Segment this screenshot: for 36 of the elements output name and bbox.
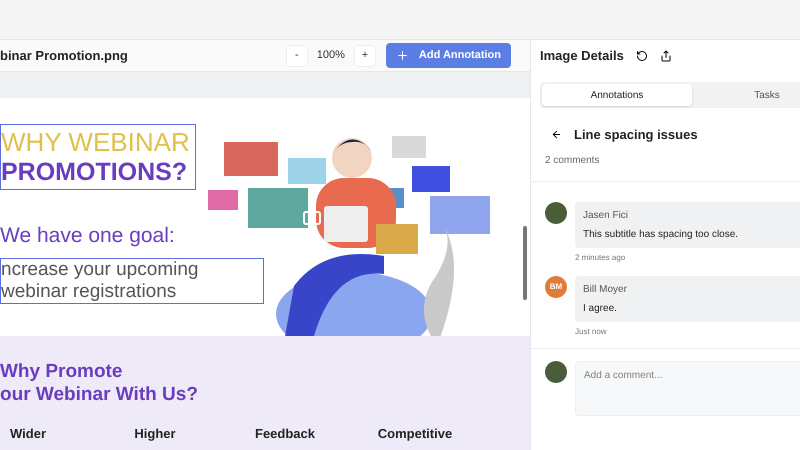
avatar xyxy=(545,202,567,224)
feature-title: Higher xyxy=(134,425,176,443)
section-heading: Why Promote xyxy=(0,360,124,383)
avatar xyxy=(545,360,567,382)
section-heading: our Webinar With Us? xyxy=(0,383,199,406)
refresh-icon[interactable] xyxy=(636,50,648,62)
annotation-title: Line spacing issues xyxy=(574,126,698,144)
comment-text: This subtitle has spacing too close. xyxy=(583,228,740,242)
share-icon[interactable] xyxy=(660,50,672,62)
zoom-level: 100% xyxy=(316,48,345,64)
comment-count: 2 comments xyxy=(544,154,600,168)
zoom-out-button[interactable]: - xyxy=(286,44,308,66)
comment-author: Bill Moyer xyxy=(583,282,628,296)
tab[interactable]: Annotations xyxy=(542,84,692,106)
add-annotation-button[interactable]: Add Annotation xyxy=(386,43,511,68)
goal-text: webinar registrations xyxy=(1,280,178,302)
tab[interactable]: Tasks xyxy=(692,84,800,106)
comment-text: I agree. xyxy=(583,302,618,316)
plus-icon xyxy=(396,49,409,62)
panel-title: Image Details xyxy=(540,47,624,66)
goal-text: ncrease your upcoming xyxy=(1,258,200,280)
file-name: binar Promotion.png xyxy=(0,46,128,65)
avatar: BM xyxy=(545,276,567,298)
back-icon[interactable] xyxy=(551,129,562,140)
feature-title: Wider xyxy=(10,425,46,443)
comment-time: Just now xyxy=(575,326,608,338)
scrollbar[interactable] xyxy=(523,226,527,300)
poster-title: WHY WEBINAR xyxy=(1,127,191,157)
poster-title: PROMOTIONS? xyxy=(1,157,188,187)
zoom-in-button[interactable]: + xyxy=(354,44,376,66)
comment-input[interactable]: Add a comment... xyxy=(575,360,800,416)
comment-author: Jasen Fici xyxy=(583,208,630,222)
comment-time: 2 minutes ago xyxy=(575,252,626,264)
feature-title: Feedback xyxy=(255,425,315,443)
goal-heading: We have one goal: xyxy=(0,223,176,249)
feature-title: Competitive xyxy=(378,425,452,443)
